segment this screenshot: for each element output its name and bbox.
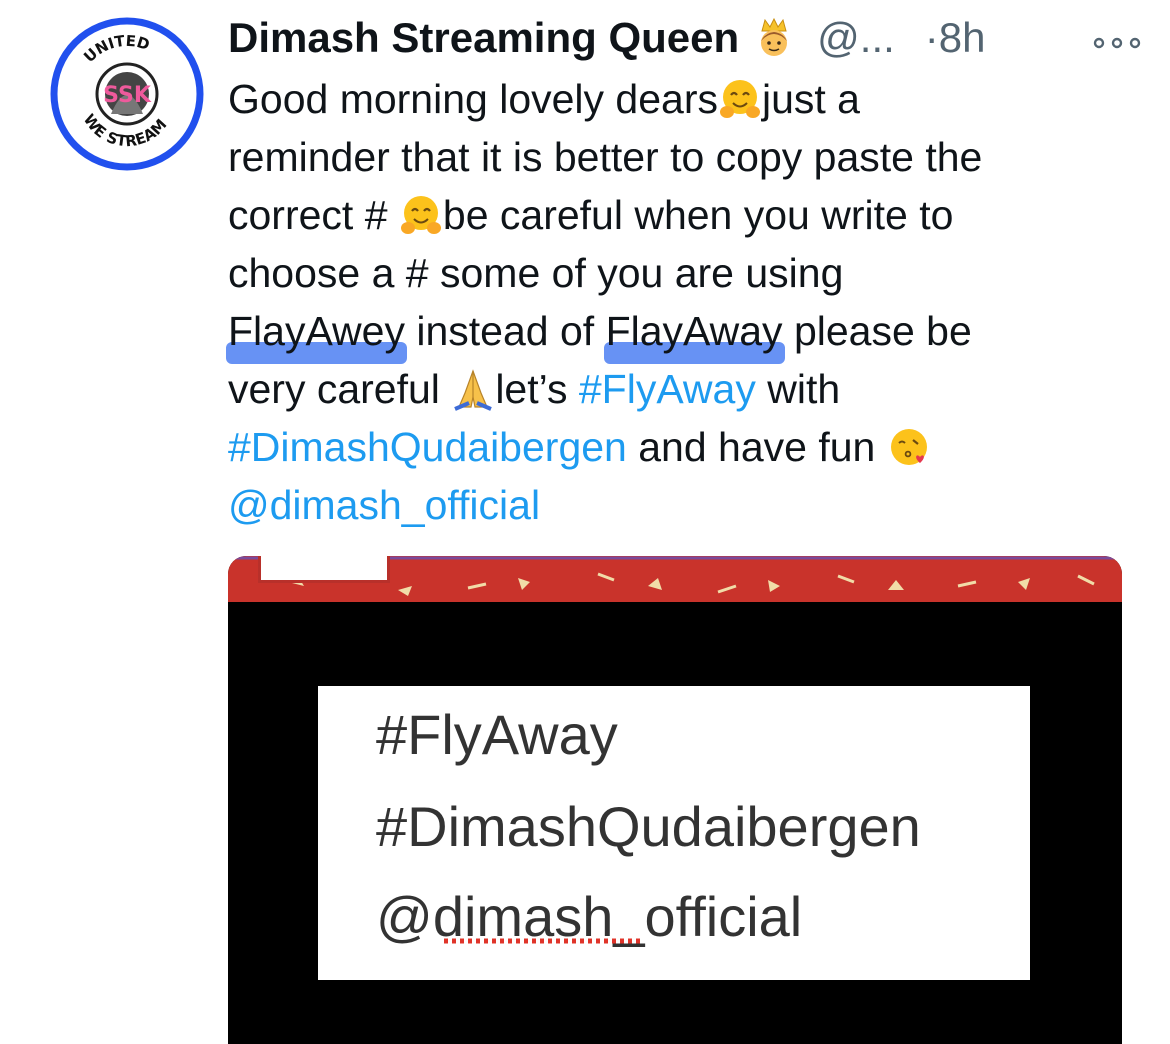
crown-person-emoji-icon [753,17,795,59]
tweet-time[interactable]: 8h [939,14,986,62]
highlighted-word: FlayAwey [226,302,407,364]
media-hashtag-dimash: #DimashQudaibergen [376,795,921,858]
separator-dot: · [924,14,939,61]
text-segment: very careful [228,366,452,412]
author-avatar[interactable]: UNITED WE STREAM SSK [49,16,205,172]
text-segment: with [755,366,841,412]
kissing-face-emoji-icon [887,425,931,469]
text-segment: and have fun [626,424,887,470]
text-segment: Good morning lovely dears [228,76,718,122]
avatar-text-center: SSK [103,83,152,108]
spellcheck-underline [444,938,644,944]
media-text-box: #FlyAway #DimashQudaibergen @dimash_offi… [318,686,1030,980]
hashtag-link[interactable]: #FlyAway [579,366,756,412]
text-segment: instead of [404,308,606,354]
text-segment: be careful when you write to [442,192,954,238]
tweet-header: Dimash Streaming Queen @... · 8h [228,14,1148,62]
more-dots-icon[interactable] [1090,20,1144,50]
hugging-face-emoji-icon [718,77,762,121]
text-line: choose a # some of you are using [228,250,844,296]
folded-hands-emoji-icon [451,367,495,411]
author-handle[interactable]: @... [817,14,895,62]
text-segment: let’s [495,366,579,412]
text-segment: please be [782,308,972,354]
text-segment: correct # [228,192,399,238]
mention-link[interactable]: @dimash_official [228,482,540,528]
author-name[interactable]: Dimash Streaming Queen [228,14,739,62]
tweet-media-image[interactable]: #FlyAway #DimashQudaibergen @dimash_offi… [228,556,1122,1044]
text-segment: just a [761,76,860,122]
tweet-text: Good morning lovely dears just a reminder… [226,70,1148,534]
media-hashtag-flyaway: #FlyAway [376,703,618,766]
highlighted-word: FlayAway [603,302,785,364]
hugging-face-emoji-icon [399,193,443,237]
text-line: reminder that it is better to copy paste… [228,134,983,180]
media-paper-corner [258,556,390,583]
hashtag-link[interactable]: #DimashQudaibergen [228,424,627,470]
